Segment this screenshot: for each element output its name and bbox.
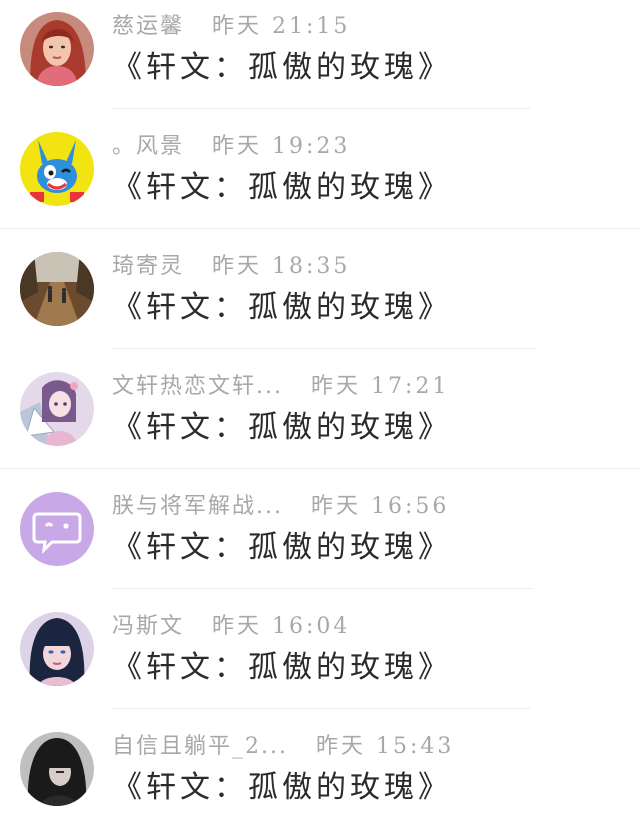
commenter-name[interactable]: 。风景 — [112, 132, 184, 162]
comment-text: 《轩文：孤傲的玫瑰》 — [112, 530, 452, 565]
comment-item[interactable]: 慈运馨 昨天 21:15 《轩文：孤傲的玫瑰》 — [0, 0, 640, 120]
comment-time: 昨天 17:21 — [310, 374, 450, 399]
comment-item[interactable]: 朕与将军解战... 昨天 16:56 《轩文：孤傲的玫瑰》 — [0, 480, 640, 600]
comment-time: 昨天 18:35 — [212, 254, 351, 279]
avatar[interactable] — [20, 12, 94, 86]
avatar[interactable] — [20, 132, 94, 206]
comment-meta: 。风景 昨天 19:23 — [112, 132, 350, 162]
divider — [112, 588, 532, 589]
comment-text: 《轩文：孤傲的玫瑰》 — [112, 770, 452, 805]
comment-meta: 文轩热恋文轩... 昨天 17:21 — [112, 372, 449, 402]
comment-text: 《轩文：孤傲的玫瑰》 — [112, 50, 452, 85]
comment-text: 《轩文：孤傲的玫瑰》 — [112, 650, 452, 685]
woman-red-hair-avatar-icon — [20, 12, 94, 86]
commenter-name[interactable]: 朕与将军解战... — [112, 492, 283, 522]
chat-bubble-avatar-icon — [20, 492, 94, 566]
anime-girl-avatar-icon — [20, 372, 94, 446]
divider — [112, 108, 530, 109]
avatar[interactable] — [20, 492, 94, 566]
comment-time: 昨天 19:23 — [212, 134, 351, 159]
comment-meta: 琦寄灵 昨天 18:35 — [112, 252, 350, 282]
comment-meta: 慈运馨 昨天 21:15 — [112, 12, 350, 42]
comment-item[interactable]: 文轩热恋文轩... 昨天 17:21 《轩文：孤傲的玫瑰》 — [0, 360, 640, 480]
comment-time: 昨天 16:04 — [212, 614, 351, 639]
avatar[interactable] — [20, 612, 94, 686]
comment-meta: 朕与将军解战... 昨天 16:56 — [112, 492, 449, 522]
comment-item[interactable]: 。风景 昨天 19:23 《轩文：孤傲的玫瑰》 — [0, 120, 640, 240]
avatar[interactable] — [20, 252, 94, 326]
autumn-path-avatar-icon — [20, 252, 94, 326]
hooded-figure-avatar-icon — [20, 732, 94, 806]
comment-time: 昨天 15:43 — [315, 734, 455, 759]
commenter-name[interactable]: 琦寄灵 — [112, 252, 184, 282]
comment-text: 《轩文：孤傲的玫瑰》 — [112, 170, 452, 205]
divider — [0, 468, 640, 469]
avatar[interactable] — [20, 732, 94, 806]
divider — [112, 708, 530, 709]
comment-text: 《轩文：孤傲的玫瑰》 — [112, 290, 452, 325]
comment-item[interactable]: 冯斯文 昨天 16:04 《轩文：孤傲的玫瑰》 — [0, 600, 640, 720]
commenter-name[interactable]: 文轩热恋文轩... — [112, 372, 283, 402]
comment-list: 慈运馨 昨天 21:15 《轩文：孤傲的玫瑰》 。风景 昨天 19:23 《轩文… — [0, 0, 640, 818]
commenter-name[interactable]: 慈运馨 — [112, 12, 184, 42]
comment-meta: 冯斯文 昨天 16:04 — [112, 612, 350, 642]
comment-meta: 自信且躺平_2... 昨天 15:43 — [112, 732, 454, 762]
comment-item[interactable]: 琦寄灵 昨天 18:35 《轩文：孤傲的玫瑰》 — [0, 240, 640, 360]
commenter-name[interactable]: 冯斯文 — [112, 612, 184, 642]
comment-time: 昨天 16:56 — [310, 494, 450, 519]
commenter-name[interactable]: 自信且躺平_2... — [112, 732, 288, 762]
comment-time: 昨天 21:15 — [212, 14, 351, 39]
comment-item[interactable]: 自信且躺平_2... 昨天 15:43 《轩文：孤傲的玫瑰》 — [0, 720, 640, 840]
divider — [112, 348, 536, 349]
cartoon-rabbit-avatar-icon — [20, 132, 94, 206]
avatar[interactable] — [20, 372, 94, 446]
divider — [0, 228, 640, 229]
comment-text: 《轩文：孤傲的玫瑰》 — [112, 410, 452, 445]
person-portrait-avatar-icon — [20, 612, 94, 686]
